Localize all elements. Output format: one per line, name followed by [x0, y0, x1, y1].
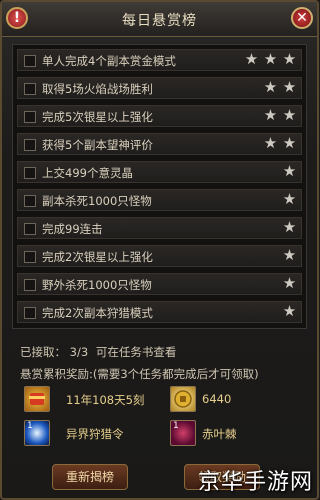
- star-icon: ★: [263, 50, 278, 68]
- task-checkbox[interactable]: [24, 111, 36, 123]
- rewards-label: 悬赏累积奖励:(需要3个任务都完成后才可领取): [20, 367, 259, 381]
- difficulty-stars: ★: [282, 220, 297, 235]
- star-icon: ★: [282, 50, 297, 68]
- task-row[interactable]: 完成99连击 ★: [17, 217, 302, 239]
- task-row[interactable]: 上交499个意灵晶 ★: [17, 161, 302, 183]
- reward-name: 异界狩猎令: [66, 427, 124, 441]
- star-icon: ★: [282, 78, 297, 96]
- star-icon: ★: [282, 162, 297, 180]
- accepted-value: 3/3: [69, 345, 89, 359]
- difficulty-stars: ★: [282, 192, 297, 207]
- star-icon: ★: [244, 50, 259, 68]
- task-label: 取得5场火焰战场胜利: [42, 82, 153, 96]
- red-leaf-icon: 1: [170, 420, 196, 446]
- difficulty-stars: ★ ★: [263, 108, 297, 123]
- title-bar: ! 每日悬赏榜 ✕: [2, 2, 317, 37]
- difficulty-stars: ★ ★: [263, 80, 297, 95]
- reward-name: 11年108天5刻: [66, 393, 145, 407]
- task-checkbox[interactable]: [24, 251, 36, 263]
- gold-coin-icon: [170, 386, 196, 412]
- reward-name: 6440: [202, 392, 232, 406]
- task-label: 获得5个副本望神评价: [42, 138, 153, 152]
- difficulty-stars: ★ ★ ★: [244, 52, 297, 67]
- task-label: 完成2次银星以上强化: [42, 250, 153, 264]
- task-checkbox[interactable]: [24, 307, 36, 319]
- hunt-token-icon: 1: [24, 420, 50, 446]
- difficulty-stars: ★: [282, 304, 297, 319]
- task-checkbox[interactable]: [24, 83, 36, 95]
- difficulty-stars: ★ ★: [263, 136, 297, 151]
- star-icon: ★: [282, 190, 297, 208]
- task-checkbox[interactable]: [24, 139, 36, 151]
- task-row[interactable]: 完成2次副本狩猎模式 ★: [17, 301, 302, 323]
- task-checkbox[interactable]: [24, 279, 36, 291]
- reward-count: 1: [173, 421, 179, 431]
- task-row[interactable]: 取得5场火焰战场胜利 ★ ★: [17, 77, 302, 99]
- difficulty-stars: ★: [282, 248, 297, 263]
- page-title: 每日悬赏榜: [122, 13, 197, 29]
- accepted-hint: 可在任务书查看: [95, 345, 177, 359]
- task-label: 完成2次副本狩猎模式: [42, 306, 153, 320]
- task-label: 副本杀死1000只怪物: [42, 194, 152, 208]
- star-icon: ★: [282, 302, 297, 320]
- task-label: 野外杀死1000只怪物: [42, 278, 152, 292]
- reward-name: 赤叶棘: [202, 427, 237, 441]
- bounty-panel: ! 每日悬赏榜 ✕ 单人完成4个副本赏金模式 ★ ★ ★ 取得5场火焰战场胜利 ★ ★ 完成5…: [0, 0, 319, 500]
- task-row[interactable]: 获得5个副本望神评价 ★ ★: [17, 133, 302, 155]
- refresh-button[interactable]: 重新揭榜: [52, 464, 128, 490]
- star-icon: ★: [282, 246, 297, 264]
- task-checkbox[interactable]: [24, 223, 36, 235]
- close-button[interactable]: ✕: [291, 7, 313, 29]
- accepted-status: 已接取： 3/3 可在任务书查看: [20, 344, 176, 360]
- task-row[interactable]: 完成2次银星以上强化 ★: [17, 245, 302, 267]
- accepted-label: 已接取：: [20, 345, 66, 359]
- close-icon: ✕: [296, 10, 308, 26]
- star-icon: ★: [282, 134, 297, 152]
- star-icon: ★: [263, 134, 278, 152]
- difficulty-stars: ★: [282, 164, 297, 179]
- task-label: 上交499个意灵晶: [42, 166, 133, 180]
- task-row[interactable]: 副本杀死1000只怪物 ★: [17, 189, 302, 211]
- task-label: 完成5次银星以上强化: [42, 110, 153, 124]
- star-icon: ★: [263, 78, 278, 96]
- task-row[interactable]: 野外杀死1000只怪物 ★: [17, 273, 302, 295]
- reward-count: 1: [27, 421, 33, 431]
- watermark: 京华手游网: [197, 470, 313, 495]
- star-icon: ★: [282, 274, 297, 292]
- task-checkbox[interactable]: [24, 55, 36, 67]
- task-checkbox[interactable]: [24, 167, 36, 179]
- task-label: 完成99连击: [42, 222, 103, 236]
- star-icon: ★: [282, 106, 297, 124]
- difficulty-stars: ★: [282, 276, 297, 291]
- star-icon: ★: [263, 106, 278, 124]
- task-row[interactable]: 单人完成4个副本赏金模式 ★ ★ ★: [17, 49, 302, 71]
- task-checkbox[interactable]: [24, 195, 36, 207]
- task-list: 单人完成4个副本赏金模式 ★ ★ ★ 取得5场火焰战场胜利 ★ ★ 完成5次银星以上强化 ★ ★ 获…: [12, 44, 307, 329]
- scroll-icon: [24, 386, 50, 412]
- task-label: 单人完成4个副本赏金模式: [42, 54, 176, 68]
- star-icon: ★: [282, 218, 297, 236]
- task-row[interactable]: 完成5次银星以上强化 ★ ★: [17, 105, 302, 127]
